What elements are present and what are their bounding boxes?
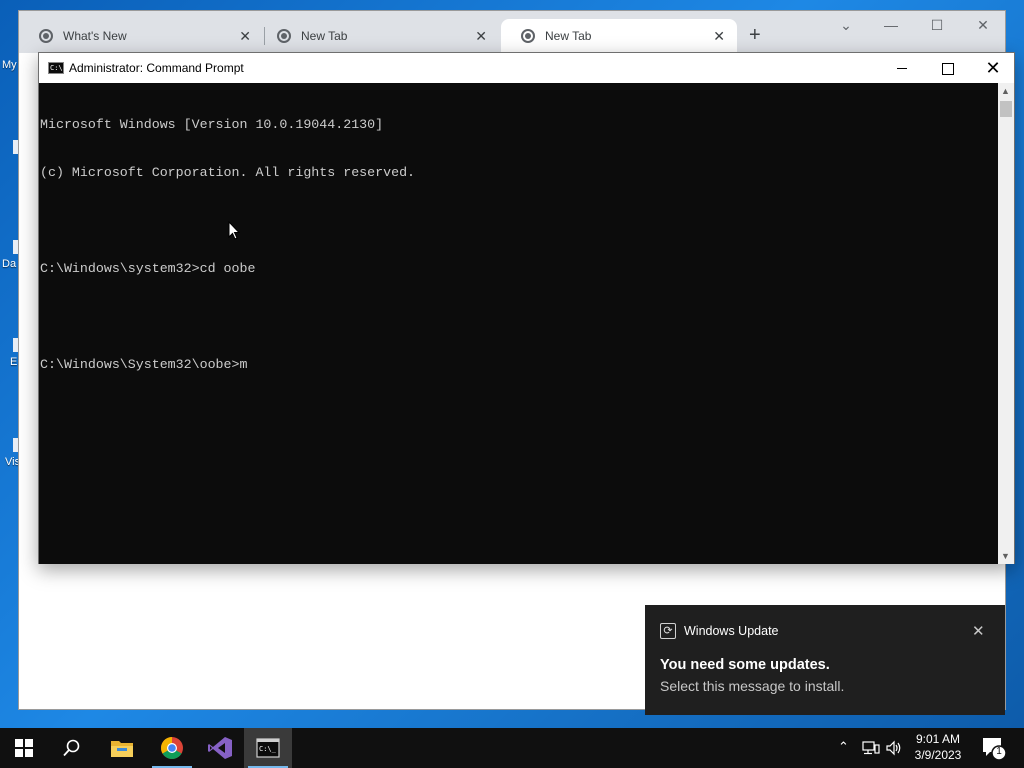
svg-text:C:\_: C:\_: [259, 745, 277, 753]
scroll-thumb[interactable]: [1000, 101, 1012, 117]
notification-count-badge: 1: [996, 746, 1002, 757]
tab-close-icon[interactable]: ✕: [475, 28, 487, 44]
chrome-minimize-icon[interactable]: —: [879, 17, 903, 33]
cmd-close-button[interactable]: ✕: [970, 53, 1016, 83]
network-icon[interactable]: [862, 740, 880, 756]
volume-icon[interactable]: [885, 740, 903, 756]
cmd-minimize-button[interactable]: [879, 53, 925, 83]
search-icon: [63, 739, 80, 757]
windows-update-toast[interactable]: ⟳ Windows Update ✕ You need some updates…: [645, 605, 1005, 715]
toast-app-name: Windows Update: [684, 624, 779, 638]
start-button[interactable]: [0, 728, 48, 768]
cmd-maximize-button[interactable]: [924, 53, 970, 83]
taskbar-chrome[interactable]: [148, 728, 196, 768]
toast-close-button[interactable]: ✕: [972, 622, 985, 640]
visual-studio-icon: [208, 737, 232, 759]
console-line: (c) Microsoft Corporation. All rights re…: [40, 165, 416, 180]
scroll-down-arrow-icon[interactable]: ▼: [1001, 551, 1010, 561]
chrome-tabstrip: What's New ✕ New Tab ✕ New Tab ✕ + ⌄ — ☐…: [19, 11, 1005, 53]
desktop-icon-label[interactable]: My: [2, 59, 17, 71]
console-prompt-line[interactable]: C:\Windows\System32\oobe>m: [40, 357, 999, 373]
taskbar-clock[interactable]: 9:01 AM 3/9/2023: [905, 731, 971, 763]
chrome-favicon-icon: [521, 29, 535, 43]
windows-logo-icon: [15, 739, 33, 757]
console-output[interactable]: Microsoft Windows [Version 10.0.19044.21…: [39, 83, 1000, 564]
folder-icon: [111, 741, 133, 757]
new-tab-button[interactable]: +: [749, 25, 761, 45]
scroll-up-arrow-icon[interactable]: ▲: [1001, 86, 1010, 96]
clock-date: 3/9/2023: [914, 748, 962, 762]
toast-body: Select this message to install.: [660, 678, 845, 694]
cmd-app-icon[interactable]: C:\: [48, 62, 64, 74]
command-prompt-window: C:\ Administrator: Command Prompt ✕ Micr…: [38, 52, 1015, 564]
chrome-close-icon[interactable]: ✕: [971, 17, 995, 34]
clock-time: 9:01 AM: [915, 732, 961, 746]
mouse-cursor-icon: [228, 221, 240, 240]
taskbar-file-explorer[interactable]: [98, 728, 146, 768]
command-prompt-icon: C:\_: [256, 738, 280, 758]
console-line: Microsoft Windows [Version 10.0.19044.21…: [40, 117, 384, 132]
chrome-maximize-icon[interactable]: ☐: [925, 17, 949, 34]
taskbar-command-prompt[interactable]: C:\_: [244, 728, 292, 768]
show-hidden-icons-chevron-icon[interactable]: ⌃: [838, 739, 849, 755]
toast-title: You need some updates.: [660, 657, 830, 673]
console-scrollbar[interactable]: ▲ ▼: [998, 83, 1014, 564]
desktop-icon-label[interactable]: E: [10, 356, 17, 368]
taskbar-visual-studio[interactable]: [196, 728, 244, 768]
tab-label: New Tab: [301, 29, 348, 43]
chrome-favicon-icon: [39, 29, 53, 43]
cmd-titlebar[interactable]: C:\ Administrator: Command Prompt ✕: [39, 53, 1014, 83]
desktop-icon-label[interactable]: Da: [2, 258, 16, 270]
console-line: C:\Windows\system32>cd oobe: [40, 261, 256, 276]
tab-label: What's New: [63, 29, 127, 43]
chrome-tab-new-tab[interactable]: New Tab ✕: [257, 19, 499, 53]
chrome-icon: [161, 737, 183, 759]
chrome-favicon-icon: [277, 29, 291, 43]
cmd-window-title: Administrator: Command Prompt: [69, 61, 244, 75]
action-center-button[interactable]: 1: [978, 734, 1008, 762]
tab-label: New Tab: [545, 29, 592, 43]
chrome-tab-whats-new[interactable]: What's New ✕: [19, 19, 263, 53]
tab-close-icon[interactable]: ✕: [239, 28, 251, 44]
tab-close-icon[interactable]: ✕: [713, 28, 725, 44]
notification-icon: [983, 738, 1007, 761]
search-button[interactable]: [48, 728, 96, 768]
update-sync-icon: ⟳: [660, 623, 676, 639]
taskbar: C:\_ ⌃ 9:01 AM 3/9/2023 1: [0, 728, 1024, 768]
tab-search-chevron-icon[interactable]: ⌄: [834, 17, 858, 34]
chrome-tab-new-tab-active[interactable]: New Tab ✕: [501, 19, 737, 53]
